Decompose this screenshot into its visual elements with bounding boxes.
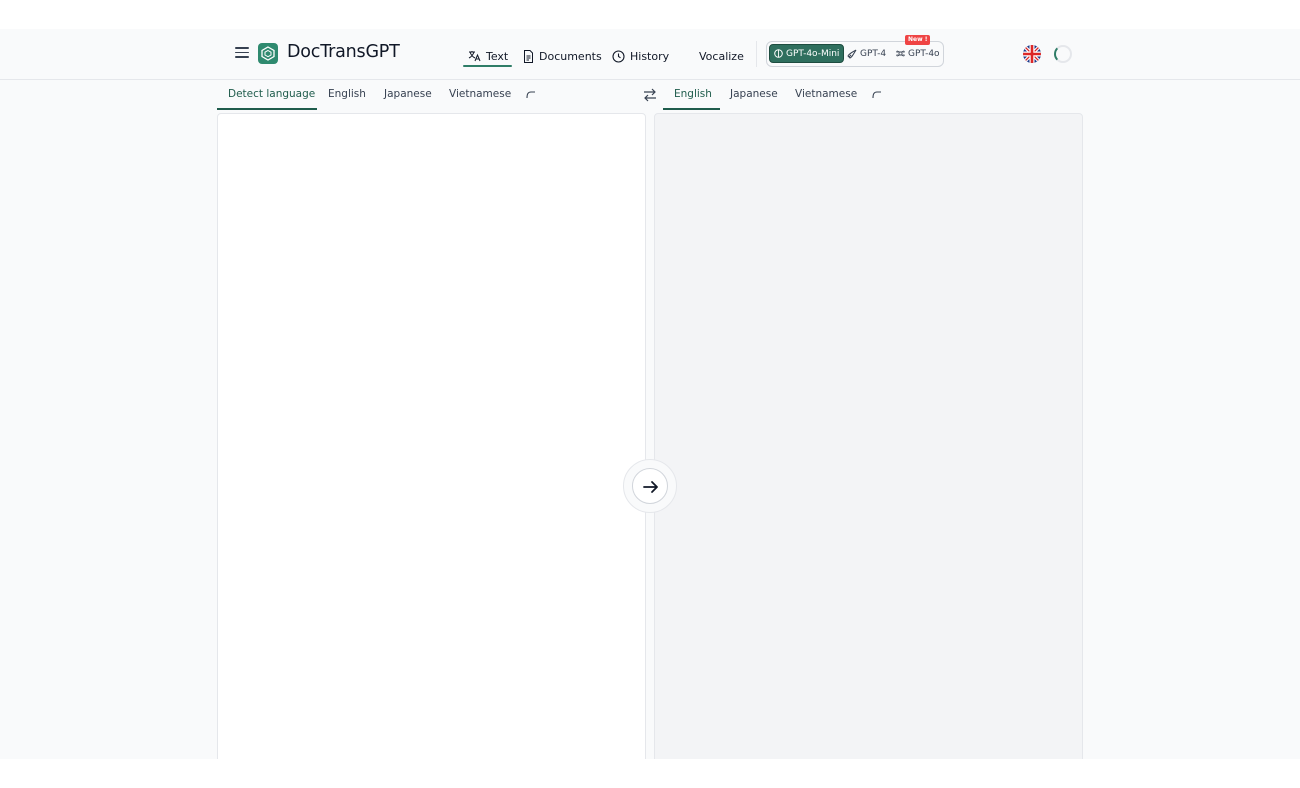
model-gpt-4o-mini-label: GPT-4o-Mini xyxy=(786,48,840,59)
new-badge: New ! xyxy=(905,35,931,45)
target-tab-english[interactable]: English xyxy=(674,88,712,100)
nav-tab-text-label: Text xyxy=(486,49,509,63)
model-gpt-4o-button[interactable]: GPT-4o xyxy=(892,44,944,63)
translation-output-text xyxy=(655,114,1082,138)
source-more-languages-icon[interactable] xyxy=(525,89,537,99)
source-active-tab-indicator xyxy=(217,108,317,110)
loading-spinner-icon xyxy=(1054,45,1072,63)
nav-tab-documents[interactable]: Documents xyxy=(523,45,602,67)
command-icon xyxy=(896,50,905,57)
nav-tab-history-label: History xyxy=(630,49,670,63)
target-tab-vietnamese[interactable]: Vietnamese xyxy=(795,88,857,100)
nav-tab-documents-label: Documents xyxy=(539,49,602,63)
hamburger-menu-icon[interactable] xyxy=(233,44,251,62)
source-text-panel xyxy=(217,113,646,759)
source-tab-english[interactable]: English xyxy=(328,88,366,100)
nav-tab-vocalize[interactable]: Vocalize xyxy=(699,45,744,67)
clock-icon xyxy=(612,49,625,63)
top-header: DocTransGPT Text Documents History Vocal… xyxy=(0,29,1300,80)
source-tab-vietnamese[interactable]: Vietnamese xyxy=(449,88,511,100)
nav-active-indicator xyxy=(463,65,512,67)
nav-tab-history[interactable]: History xyxy=(612,45,669,67)
brain-icon xyxy=(774,49,783,58)
target-tab-japanese[interactable]: Japanese xyxy=(730,88,778,100)
header-divider xyxy=(756,41,757,67)
app-window: DocTransGPT Text Documents History Vocal… xyxy=(0,29,1300,759)
nav-tab-text[interactable]: Text xyxy=(468,45,508,67)
translate-button[interactable] xyxy=(632,468,668,504)
model-gpt-4-label: GPT-4 xyxy=(860,48,887,59)
brand-name[interactable]: DocTransGPT xyxy=(287,42,400,62)
target-active-tab-indicator xyxy=(663,108,720,110)
nav-tab-vocalize-label: Vocalize xyxy=(699,49,744,63)
source-text-input[interactable] xyxy=(218,114,645,759)
translate-icon xyxy=(468,51,481,62)
source-tab-detect-language[interactable]: Detect language xyxy=(228,88,315,100)
model-gpt-4-button[interactable]: GPT-4 xyxy=(843,44,890,63)
target-more-languages-icon[interactable] xyxy=(871,89,883,99)
model-gpt-4o-mini-button[interactable]: GPT-4o-Mini xyxy=(769,44,845,63)
rocket-icon xyxy=(847,49,857,59)
uk-flag-icon[interactable] xyxy=(1023,45,1041,63)
model-gpt-4o-label: GPT-4o xyxy=(908,48,940,59)
document-icon xyxy=(524,49,533,63)
translation-output-panel xyxy=(654,113,1083,759)
swap-languages-icon[interactable] xyxy=(642,87,658,106)
logo-icon xyxy=(258,43,278,64)
arrow-right-icon xyxy=(643,481,658,493)
source-tab-japanese[interactable]: Japanese xyxy=(384,88,432,100)
